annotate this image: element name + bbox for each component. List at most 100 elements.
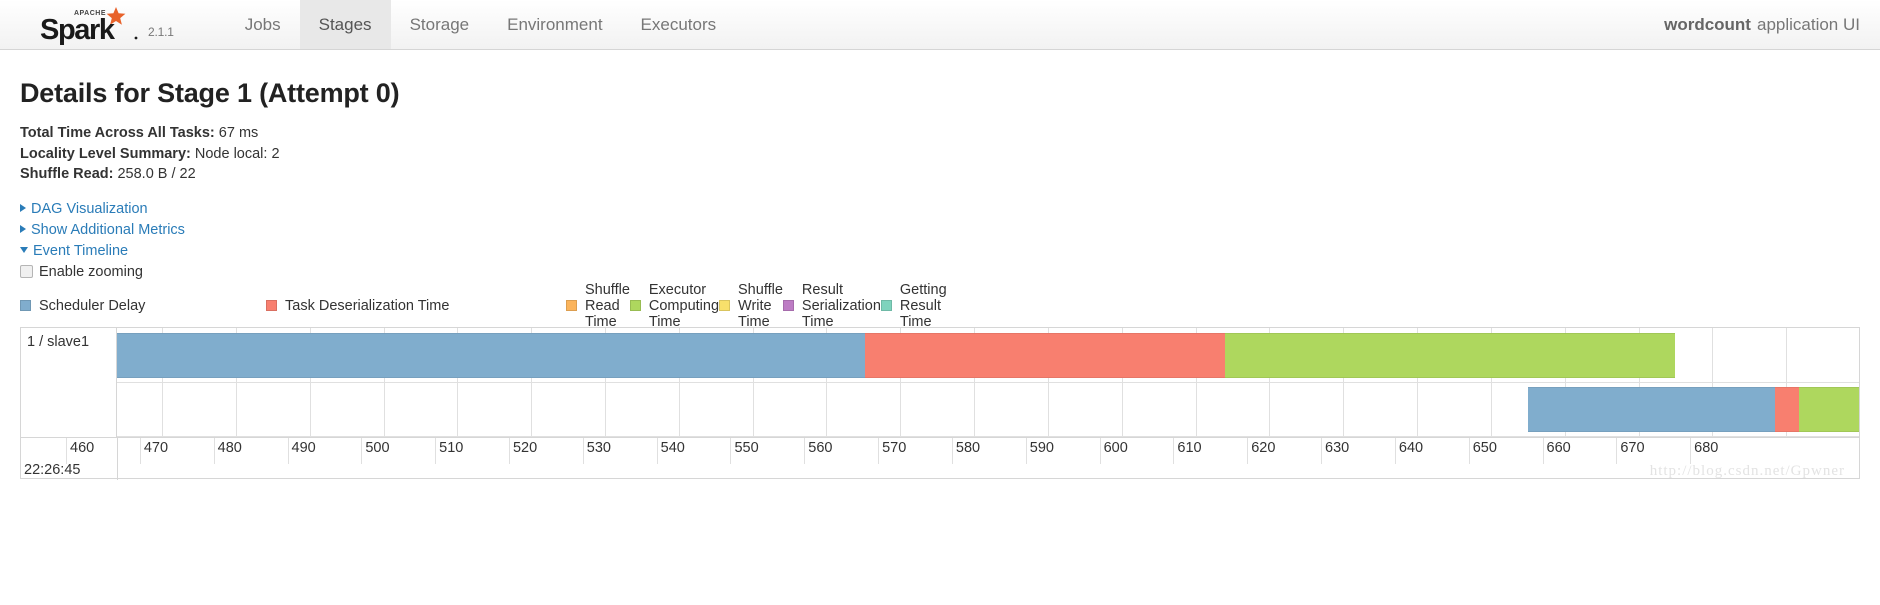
application-name-suffix: application UI — [1756, 14, 1860, 34]
navbar: APACHE Spark 2.1.1 Jobs Stages Storage E… — [0, 0, 1880, 50]
spark-version: 2.1.1 — [148, 25, 174, 39]
toggle-additional-metrics-row: Show Additional Metrics — [20, 220, 1860, 241]
axis-tick-label: 490 — [291, 439, 316, 456]
spark-logo-link[interactable]: APACHE Spark 2.1.1 — [0, 0, 180, 49]
summary-label: Shuffle Read: — [20, 166, 114, 182]
toggle-dag-visualization[interactable]: DAG Visualization — [20, 201, 148, 217]
toggle-event-timeline-label: Event Timeline — [33, 242, 129, 259]
axis-tick-label: 650 — [1472, 439, 1497, 456]
enable-zooming-label: Enable zooming — [39, 263, 143, 280]
summary-item-locality-level: Locality Level Summary: Node local: 2 — [20, 144, 1860, 165]
axis-tick-label: 520 — [512, 439, 538, 456]
legend-item-executor-computing-time: Executor Computing Time — [629, 282, 719, 330]
axis-tick-label: 630 — [1325, 439, 1350, 456]
timeline-task-segment[interactable] — [1225, 332, 1676, 378]
axis-tick-label: 570 — [882, 439, 907, 456]
timeline-plot-area[interactable] — [117, 327, 1859, 437]
timeline-task-segment[interactable] — [1798, 386, 1859, 432]
enable-zooming-row: Enable zooming — [20, 264, 1860, 280]
axis-tick-label: 480 — [217, 439, 242, 456]
axis-tick-label: 540 — [660, 439, 685, 456]
nav-link-stages[interactable]: Stages — [299, 0, 391, 49]
axis-tick-label: 640 — [1398, 439, 1424, 456]
page-title: Details for Stage 1 (Attempt 0) — [20, 78, 400, 108]
legend-item-task-deserialization-time: Task Deserialization Time — [266, 298, 566, 314]
timeline-task-segment[interactable] — [864, 332, 1226, 378]
axis-tick-label: 600 — [1103, 439, 1128, 456]
spark-logo-icon: APACHE Spark — [38, 5, 142, 45]
summary-label: Locality Level Summary: — [20, 145, 191, 162]
nav-link-environment[interactable]: Environment — [488, 0, 621, 49]
axis-tick-label: 550 — [734, 439, 759, 456]
axis-tick-label: 500 — [365, 439, 390, 456]
summary-item-shuffle-read: Shuffle Read: 258.0 B / 22 — [20, 164, 1860, 185]
timeline-task-segment[interactable] — [1527, 386, 1776, 432]
axis-tick-label: 510 — [439, 439, 464, 456]
main-content: Details for Stage 1 (Attempt 0) Total Ti… — [0, 78, 1880, 480]
legend-item-shuffle-read-time: Shuffle Read Time — [566, 282, 630, 330]
nav-link-storage[interactable]: Storage — [391, 0, 489, 49]
axis-origin-label: 22:26:45 — [24, 461, 81, 478]
axis-left-edge — [117, 437, 118, 480]
legend-label: Task Deserialization Time — [285, 297, 450, 314]
axis-tick-label: 670 — [1620, 439, 1645, 456]
legend-label: Executor Computing Time — [648, 281, 720, 330]
timeline-task-bar[interactable] — [1527, 386, 1859, 432]
legend-label: Shuffle Read Time — [585, 281, 630, 330]
timeline-legend: Scheduler Delay Task Deserialization Tim… — [20, 282, 947, 330]
toggle-dag-visualization-row: DAG Visualization — [20, 199, 1860, 220]
legend-swatch-icon — [782, 300, 794, 311]
chevron-right-icon — [20, 224, 26, 233]
toggle-event-timeline[interactable]: Event Timeline — [20, 243, 128, 259]
axis-tick-label: 660 — [1546, 439, 1571, 456]
timeline-task-segment[interactable] — [1775, 386, 1799, 432]
nav-links: Jobs Stages Storage Environment Executor… — [226, 0, 735, 49]
timeline-task-segment[interactable] — [117, 332, 865, 378]
legend-swatch-icon — [20, 300, 31, 311]
legend-label: Scheduler Delay — [39, 297, 146, 314]
nav-link-jobs[interactable]: Jobs — [226, 0, 300, 49]
legend-item-result-serialization-time: Result Serialization Time — [782, 282, 881, 330]
summary-value: 258.0 B / 22 — [117, 166, 196, 182]
timeline-axis: 22:26:45 460 470 480 490 500 510 520 530 540 550 5… — [21, 436, 1859, 480]
legend-label: Getting Result Time — [899, 281, 947, 330]
enable-zooming-checkbox[interactable] — [20, 265, 33, 278]
event-timeline-chart[interactable]: 1 / slave1 22:26:45 460 470 480 490 500 510 52… — [20, 326, 1860, 480]
chevron-down-icon — [20, 246, 28, 253]
nav-link-executors[interactable]: Executors — [622, 0, 736, 49]
toggle-additional-metrics[interactable]: Show Additional Metrics — [20, 222, 185, 238]
legend-item-scheduler-delay: Scheduler Delay — [20, 298, 266, 314]
legend-swatch-icon — [266, 300, 277, 311]
timeline-lane-labels: 1 / slave1 — [21, 327, 117, 437]
axis-tick-label: 470 — [143, 439, 169, 456]
summary-value: 67 ms — [218, 125, 259, 141]
watermark: http://blog.csdn.net/Gpwner — [1649, 462, 1845, 479]
timeline-task-bar[interactable] — [117, 332, 1676, 378]
axis-tick-label: 590 — [1029, 439, 1054, 456]
chevron-right-icon — [20, 203, 26, 212]
legend-item-shuffle-write-time: Shuffle Write Time — [719, 282, 783, 330]
summary-label: Total Time Across All Tasks: — [20, 125, 215, 141]
summary-value: Node local: 2 — [194, 145, 280, 162]
axis-tick-label: 580 — [955, 439, 981, 456]
application-name-value: wordcount — [1664, 14, 1751, 34]
toggle-dag-visualization-label: DAG Visualization — [31, 200, 148, 217]
application-name: wordcount application UI — [1664, 0, 1880, 49]
axis-tick-label: 680 — [1694, 439, 1719, 456]
legend-item-getting-result-time: Getting Result Time — [880, 282, 947, 330]
axis-tick-label: 530 — [586, 439, 611, 456]
toggle-event-timeline-row: Event Timeline — [20, 241, 1860, 262]
legend-label: Result Serialization Time — [801, 281, 881, 330]
axis-tick-label: 610 — [1177, 439, 1202, 456]
legend-swatch-icon — [629, 300, 641, 311]
legend-swatch-icon — [566, 300, 577, 311]
legend-swatch-icon — [880, 300, 892, 311]
legend-label: Shuffle Write Time — [738, 281, 783, 330]
svg-text:Spark: Spark — [40, 14, 116, 45]
axis-tick-label: 620 — [1251, 439, 1276, 456]
axis-tick-label: 560 — [808, 439, 833, 456]
legend-swatch-icon — [719, 300, 731, 311]
lane-label-0: 1 / slave1 — [27, 333, 90, 350]
summary-item-total-time: Total Time Across All Tasks: 67 ms — [20, 123, 1860, 144]
timeline-lane-divider — [117, 381, 1859, 383]
